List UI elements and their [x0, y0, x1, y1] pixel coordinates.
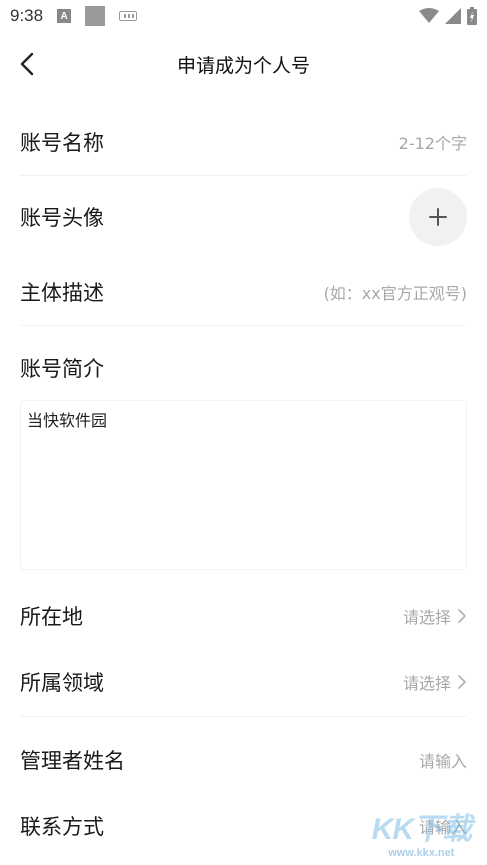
add-avatar-button[interactable]: [409, 188, 467, 246]
account-name-row[interactable]: 账号名称 2-12个字: [0, 112, 487, 172]
domain-label: 所属领域: [20, 671, 104, 695]
notification-square-icon: [85, 6, 106, 26]
watermark-logo: KK下载: [371, 813, 472, 846]
plus-icon: [429, 208, 447, 226]
location-select-text: 请选择: [402, 608, 451, 627]
contact-label: 联系方式: [20, 815, 104, 839]
entity-description-input[interactable]: (如：xx官方正观号): [324, 280, 467, 304]
wifi-icon: [419, 8, 439, 23]
divider: [20, 325, 467, 326]
account-avatar-label: 账号头像: [20, 206, 104, 230]
watermark-url: www.kkx.net: [388, 847, 455, 859]
nav-bar: 申请成为个人号: [0, 32, 487, 96]
battery-icon: [467, 7, 477, 25]
keyboard-icon: [119, 11, 138, 21]
chevron-left-icon: [20, 52, 34, 76]
status-bar: 9:38 A: [0, 0, 487, 32]
page-title: 申请成为个人号: [176, 54, 310, 77]
chevron-right-icon: [458, 609, 466, 623]
admin-name-row[interactable]: 管理者姓名 请输入: [0, 730, 487, 790]
chevron-right-icon: [458, 675, 466, 689]
watermark: KK下载 www.kkx.net: [371, 813, 472, 859]
admin-name-input[interactable]: 请输入: [419, 748, 467, 772]
account-name-input[interactable]: 2-12个字: [399, 130, 467, 154]
account-bio-textarea[interactable]: 当快软件园: [20, 400, 467, 570]
status-left: 9:38 A: [10, 6, 138, 26]
account-name-label: 账号名称: [20, 131, 104, 155]
location-label: 所在地: [20, 605, 83, 629]
signal-icon: [445, 8, 461, 24]
notification-a-icon: A: [57, 9, 72, 23]
status-time: 9:38: [10, 6, 44, 25]
admin-name-label: 管理者姓名: [20, 749, 125, 773]
account-bio-label: 账号简介: [20, 357, 104, 381]
account-avatar-row: 账号头像: [0, 186, 487, 248]
back-button[interactable]: [12, 48, 44, 80]
domain-select[interactable]: 请选择: [403, 670, 467, 694]
divider: [20, 175, 467, 176]
domain-select-text: 请选择: [402, 674, 451, 693]
entity-description-row[interactable]: 主体描述 (如：xx官方正观号): [0, 262, 487, 322]
location-select[interactable]: 请选择: [403, 604, 467, 628]
domain-row[interactable]: 所属领域 请选择: [0, 652, 487, 712]
divider: [20, 716, 467, 717]
entity-description-label: 主体描述: [20, 281, 104, 305]
account-bio-row: 账号简介: [0, 338, 487, 398]
location-row[interactable]: 所在地 请选择: [0, 586, 487, 646]
status-right: [419, 7, 477, 25]
